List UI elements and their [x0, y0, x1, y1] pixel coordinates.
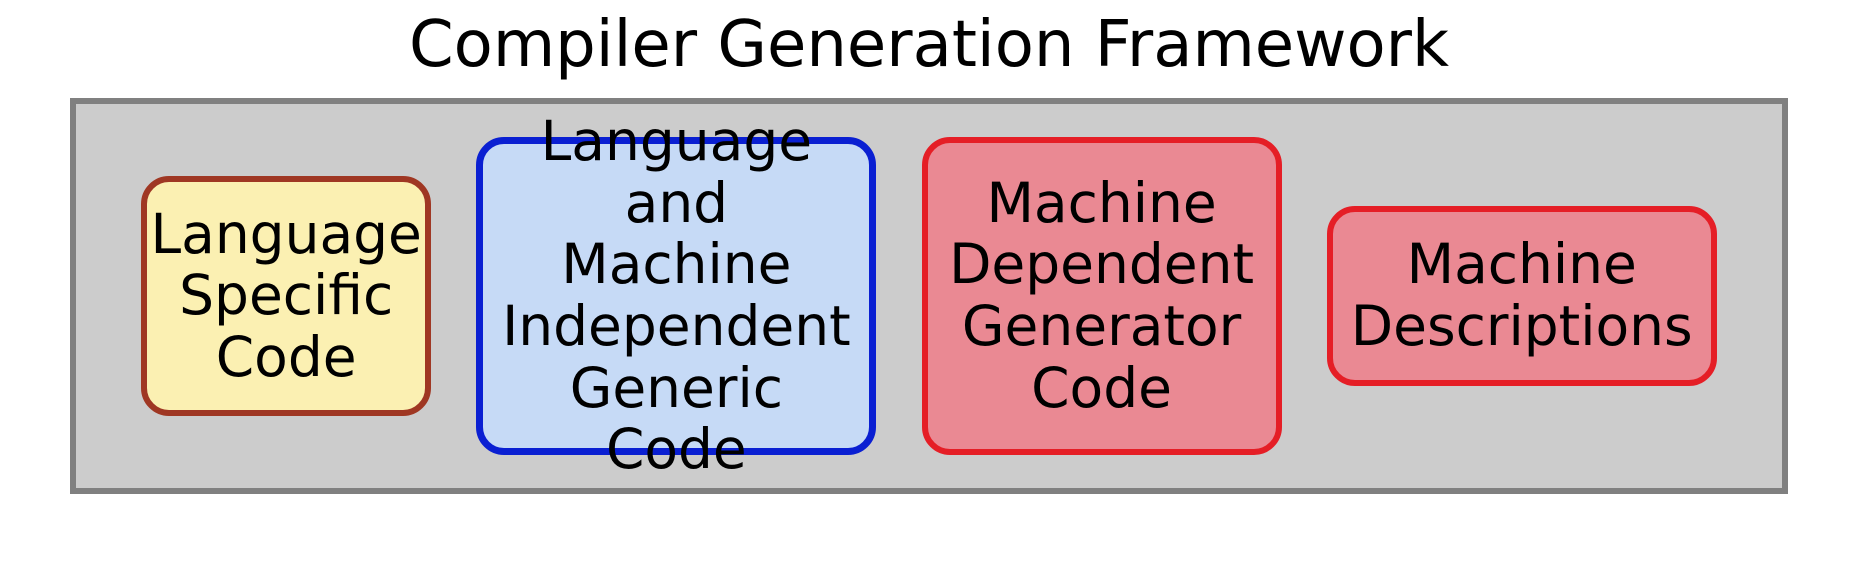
- diagram-title: Compiler Generation Framework: [0, 10, 1858, 80]
- box-language-machine-independent-generic-code: Language andMachineIndependentGeneric Co…: [476, 137, 876, 455]
- box-language-specific-code: LanguageSpecificCode: [141, 176, 431, 416]
- framework-container: LanguageSpecificCode Language andMachine…: [70, 98, 1788, 494]
- box-machine-dependent-generator-code: MachineDependentGeneratorCode: [922, 137, 1282, 455]
- box-label: LanguageSpecificCode: [150, 204, 421, 389]
- box-label: Language andMachineIndependentGeneric Co…: [502, 111, 851, 481]
- box-label: MachineDescriptions: [1351, 234, 1693, 357]
- box-label: MachineDependentGeneratorCode: [949, 173, 1254, 419]
- box-machine-descriptions: MachineDescriptions: [1327, 206, 1717, 386]
